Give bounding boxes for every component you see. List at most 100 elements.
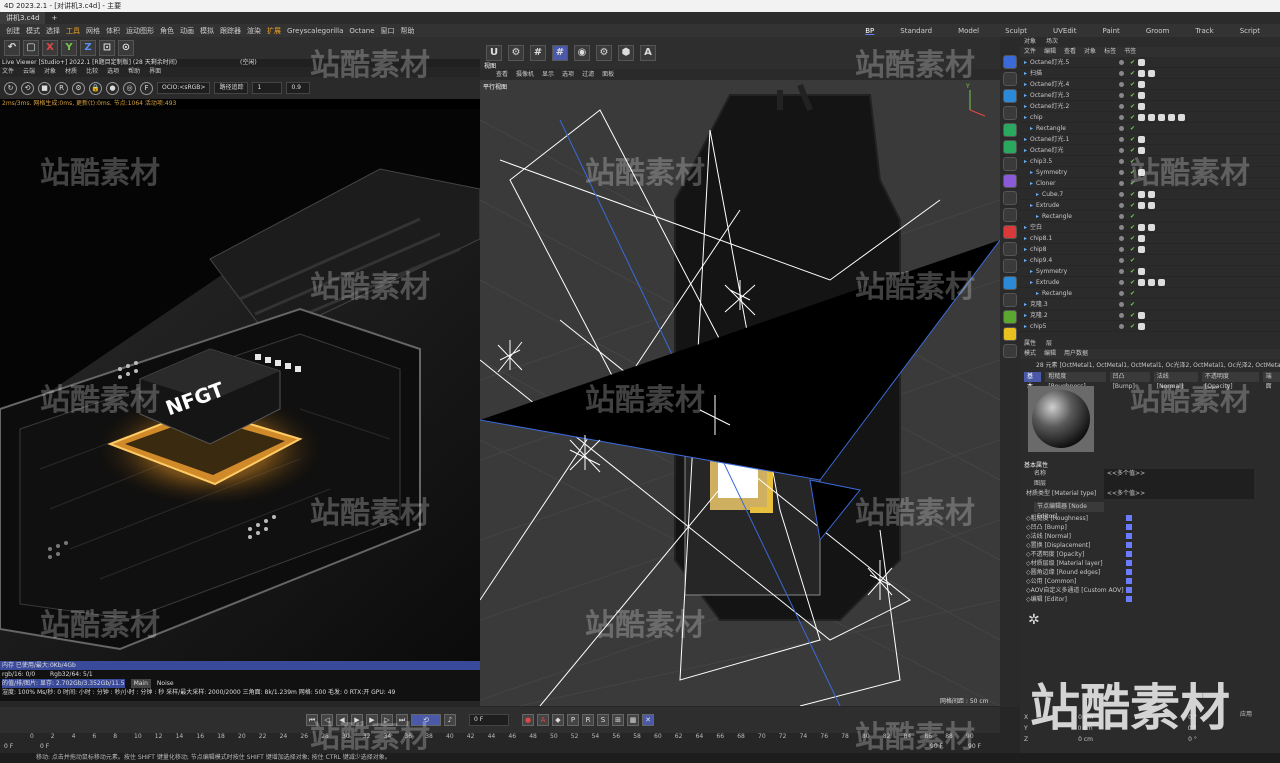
visibility-dot[interactable]	[1119, 257, 1125, 263]
tag-icon[interactable]	[1138, 322, 1146, 330]
visibility-dot[interactable]	[1119, 202, 1125, 208]
visibility-dot[interactable]	[1119, 235, 1125, 241]
cloner-icon[interactable]	[1003, 140, 1017, 154]
visibility-dot[interactable]	[1119, 136, 1125, 142]
object-row[interactable]: ▸ Octane灯光.3 ✔	[1020, 90, 1280, 101]
new-tab-button[interactable]: +	[47, 14, 61, 22]
menu-item[interactable]: 体积	[106, 26, 120, 36]
tag-icon[interactable]	[1148, 278, 1156, 286]
menu-item[interactable]: 跟踪器	[220, 26, 241, 36]
visibility-dot[interactable]	[1119, 279, 1125, 285]
keyframe-icon[interactable]: ◆	[552, 714, 564, 726]
value-field-2[interactable]: 0.9	[286, 82, 311, 94]
object-row[interactable]: ▸ chip ✔	[1020, 112, 1280, 123]
spline-icon[interactable]	[1003, 72, 1017, 86]
object-menu-item[interactable]: 查看	[1064, 47, 1076, 57]
noise-pass-button[interactable]: Noise	[157, 679, 174, 688]
menu-item[interactable]: 运动图形	[126, 26, 154, 36]
tag-icon[interactable]	[1158, 278, 1166, 286]
workplane-icon[interactable]: #	[552, 45, 568, 61]
menu-item[interactable]: 动画	[180, 26, 194, 36]
channel-checkbox[interactable]	[1126, 524, 1132, 530]
menu-item[interactable]: 模拟	[200, 26, 214, 36]
visibility-dot[interactable]	[1119, 268, 1125, 274]
visibility-dot[interactable]	[1119, 323, 1125, 329]
clay-mode-icon[interactable]: ●	[106, 81, 119, 95]
render-region-icon[interactable]: R	[55, 81, 68, 95]
blend-icon[interactable]	[1003, 242, 1017, 256]
tag-icon[interactable]	[1158, 113, 1166, 121]
channel-checkbox[interactable]	[1126, 578, 1132, 584]
tag-icon[interactable]	[1138, 201, 1146, 209]
live-viewer-menu-item[interactable]: 界面	[149, 67, 161, 77]
undo-icon[interactable]: ↶	[4, 40, 20, 56]
start-frame-field[interactable]: 0 F	[4, 743, 13, 750]
document-tab[interactable]: 讲机3.c4d	[0, 12, 46, 24]
live-viewer-menu-item[interactable]: 材质	[65, 67, 77, 77]
visibility-dot[interactable]	[1119, 180, 1125, 186]
layout-tab[interactable]: UVEdit	[1053, 27, 1076, 35]
restart-icon[interactable]: ⟲	[21, 81, 34, 95]
object-menu-item[interactable]: 文件	[1024, 47, 1036, 57]
enabled-check-icon[interactable]: ✔	[1130, 79, 1135, 90]
name-field[interactable]: <<多个值>>	[1104, 469, 1254, 479]
tag-icon[interactable]	[1138, 223, 1146, 231]
timeline-ruler[interactable]: 0 F 0 F 90 F 90 F 0 2 4 6 8 10 12 14 16 18 20 22 24 2…	[0, 733, 1000, 753]
viewport-tab[interactable]: 视图	[484, 61, 496, 70]
menu-item[interactable]: Greyscalegorilla	[287, 27, 343, 35]
tag-icon[interactable]	[1138, 267, 1146, 275]
object-row[interactable]: ▸ Extrude ✔	[1020, 277, 1280, 288]
object-row[interactable]: ▸ 克隆.3 ✔	[1020, 299, 1280, 310]
y-axis-button[interactable]: Y	[61, 40, 77, 56]
main-pass-button[interactable]: Main	[130, 679, 151, 688]
node-editor-button[interactable]: 节点编辑器 [Node Editor]	[1034, 502, 1104, 520]
object-row[interactable]: ▸ Octane灯光.5 ✔	[1020, 57, 1280, 68]
material-tab[interactable]: 粗糙度 [Roughness]	[1045, 372, 1106, 390]
object-row[interactable]: ▸ 克隆.2 ✔	[1020, 310, 1280, 321]
channel-checkbox[interactable]	[1126, 542, 1132, 548]
channel-checkbox[interactable]	[1126, 551, 1132, 557]
primitive-icon[interactable]	[1003, 89, 1017, 103]
object-row[interactable]: ▸ Octane灯光.4 ✔	[1020, 79, 1280, 90]
editor-viewport[interactable]: Y	[480, 80, 1000, 706]
object-menu-item[interactable]: 书签	[1124, 47, 1136, 57]
channel-checkbox[interactable]	[1126, 515, 1132, 521]
enabled-check-icon[interactable]: ✔	[1130, 112, 1135, 123]
layout-tab[interactable]: Model	[958, 27, 979, 35]
visibility-dot[interactable]	[1119, 125, 1125, 131]
viewport-menu-item[interactable]: 过滤	[582, 69, 594, 80]
key-scale-icon[interactable]: S	[597, 714, 609, 726]
enabled-check-icon[interactable]: ✔	[1130, 255, 1135, 266]
visibility-dot[interactable]	[1119, 246, 1125, 252]
menu-item[interactable]: 窗口	[381, 26, 395, 36]
gradient-icon[interactable]	[1003, 293, 1017, 307]
stop-icon[interactable]: ■	[38, 81, 51, 95]
visibility-dot[interactable]	[1119, 191, 1125, 197]
light-bulb-icon[interactable]	[1003, 344, 1017, 358]
tag-icon[interactable]	[1178, 113, 1186, 121]
tag-icon[interactable]	[1138, 58, 1146, 66]
visibility-dot[interactable]	[1119, 81, 1125, 87]
enabled-check-icon[interactable]: ✔	[1130, 288, 1135, 299]
object-row[interactable]: ▸ Extrude ✔	[1020, 200, 1280, 211]
sound-icon[interactable]: ♪	[444, 714, 456, 726]
tag-icon[interactable]	[1138, 245, 1146, 253]
tag-icon[interactable]	[1148, 113, 1156, 121]
object-row[interactable]: ▸ Octane灯光.2 ✔	[1020, 101, 1280, 112]
live-viewer-menu-item[interactable]: 帮助	[128, 67, 140, 77]
visibility-dot[interactable]	[1119, 59, 1125, 65]
snap-icon[interactable]: ⊙	[118, 40, 134, 56]
texture-icon[interactable]	[1003, 310, 1017, 324]
object-row[interactable]: ▸ 空白 ✔	[1020, 222, 1280, 233]
material-type-field[interactable]: <<多个值>>	[1104, 489, 1254, 499]
viewport-menu-item[interactable]: 摄像机	[516, 69, 534, 80]
enabled-check-icon[interactable]: ✔	[1130, 310, 1135, 321]
attribute-tab[interactable]: 层	[1046, 339, 1052, 349]
attribute-menu-item[interactable]: 模式	[1024, 349, 1036, 359]
render-settings-icon[interactable]: ⚙	[596, 45, 612, 61]
send-scene-icon[interactable]: ↻	[4, 81, 17, 95]
grid-icon[interactable]: #	[530, 45, 546, 61]
record-key-icon[interactable]: ●	[522, 714, 534, 726]
kernel-mode-select[interactable]: 路径追踪	[214, 82, 249, 94]
motion-icon[interactable]: ✕	[642, 714, 654, 726]
